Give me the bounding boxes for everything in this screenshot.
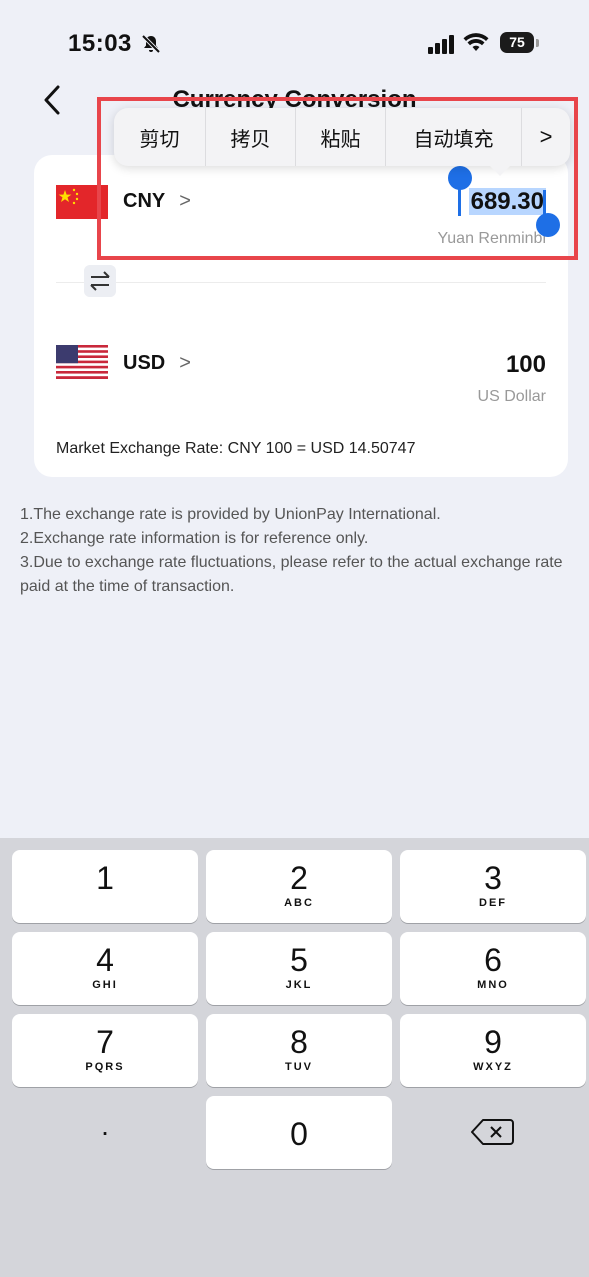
key-9[interactable]: 9 WXYZ [400, 1014, 586, 1087]
menu-paste[interactable]: 粘贴 [296, 108, 386, 166]
note-item: 1.The exchange rate is provided by Union… [20, 506, 441, 523]
key-7[interactable]: 7 PQRS [12, 1014, 198, 1087]
key-delete[interactable] [400, 1096, 586, 1169]
key-8[interactable]: 8 TUV [206, 1014, 392, 1087]
battery-level: 75 [500, 32, 534, 53]
from-currency-name: Yuan Renminbi [437, 230, 546, 247]
divider [56, 282, 546, 283]
menu-pointer [488, 164, 512, 176]
from-currency-code: CNY [123, 190, 166, 212]
battery-icon: 75 [500, 31, 540, 55]
selection-handle-start [458, 186, 461, 216]
selected-amount-text: 689.30 [468, 188, 546, 215]
key-0[interactable]: 0 [206, 1096, 392, 1169]
to-amount[interactable]: 100 [506, 351, 546, 379]
key-5[interactable]: 5 JKL [206, 932, 392, 1005]
to-currency-name: US Dollar [477, 388, 546, 405]
backspace-icon [471, 1119, 514, 1145]
to-currency-code: USD [123, 352, 166, 374]
disclaimer-notes: 1.The exchange rate is provided by Union… [20, 503, 570, 599]
chevron-right-icon: > [179, 190, 191, 212]
status-time: 15:03 [68, 30, 132, 57]
key-3[interactable]: 3 DEF [400, 850, 586, 923]
converter-card: CNY > 689.30 Yuan Renminbi USD > 100 US Do… [34, 155, 568, 477]
key-4[interactable]: 4 GHI [12, 932, 198, 1005]
key-6[interactable]: 6 MNO [400, 932, 586, 1005]
wifi-icon [463, 33, 489, 51]
from-currency-selector[interactable]: CNY > [123, 190, 191, 213]
signal-icon [428, 35, 454, 54]
from-amount-input[interactable]: 689.30 [468, 188, 546, 216]
menu-cut[interactable]: 剪切 [114, 108, 206, 166]
chevron-right-icon: > [179, 352, 191, 374]
to-currency-selector[interactable]: USD > [123, 352, 191, 375]
usa-flag-icon [56, 345, 108, 379]
numeric-keypad: 1 2 ABC 3 DEF 4 GHI 5 JKL 6 MNO 7 PQRS 8 TUV 9W… [0, 838, 589, 1277]
status-bar: 15:03 75 [0, 0, 589, 70]
exchange-rate-text: Market Exchange Rate: CNY 100 = USD 14.5… [56, 440, 416, 457]
swap-arrows-icon[interactable] [84, 265, 116, 297]
note-item: 2.Exchange rate information is for refer… [20, 530, 369, 547]
china-flag-icon [56, 185, 108, 219]
selection-handle-end-knob[interactable] [536, 213, 560, 237]
menu-autofill[interactable]: 自动填充 [386, 108, 522, 166]
key-decimal[interactable]: . [12, 1096, 198, 1169]
key-1[interactable]: 1 [12, 850, 198, 923]
selection-handle-start-knob[interactable] [448, 166, 472, 190]
bell-slash-icon [141, 34, 161, 54]
menu-copy[interactable]: 拷贝 [206, 108, 296, 166]
key-2[interactable]: 2 ABC [206, 850, 392, 923]
menu-more-chevron-icon[interactable]: > [522, 108, 570, 166]
note-item: 3.Due to exchange rate fluctuations, ple… [20, 554, 563, 595]
edit-context-menu: 剪切 拷贝 粘贴 自动填充 > [114, 108, 570, 166]
